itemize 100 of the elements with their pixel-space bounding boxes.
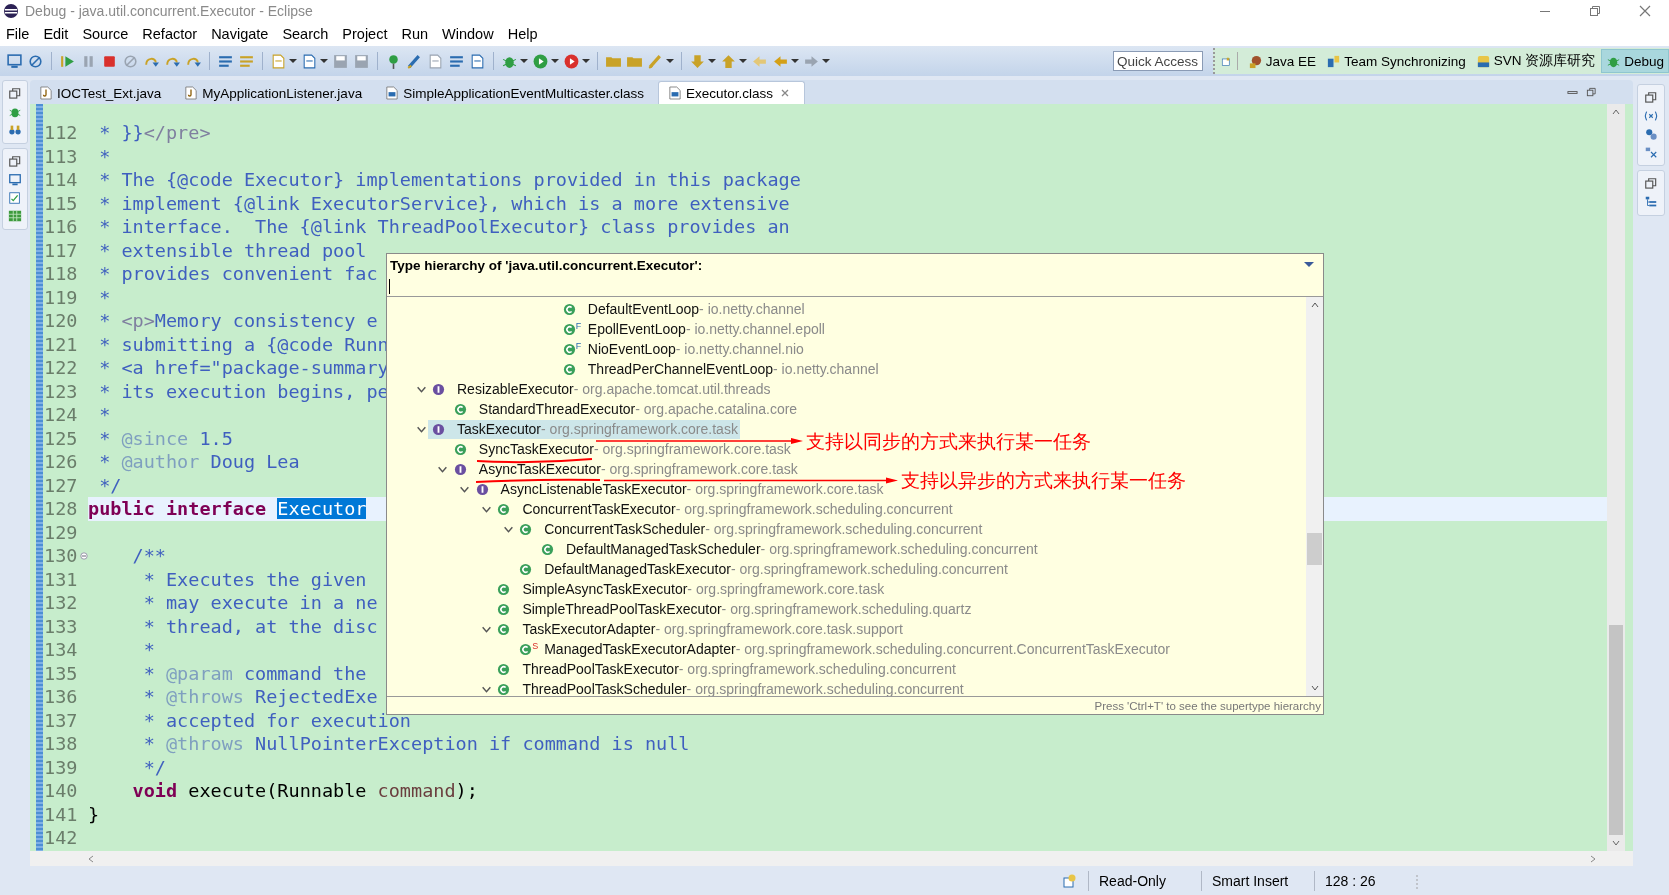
perspective-button[interactable]: Team Synchronizing (1322, 49, 1470, 73)
editor-tab[interactable]: IOCTest_Ext.java (30, 82, 176, 104)
editor-tab[interactable]: SimpleApplicationEventMulticaster.class (376, 82, 658, 104)
tree-item[interactable]: ThreadPoolTaskExecutor- org.springframework.scheduling.concurrent (493, 659, 958, 679)
brush-icon[interactable] (406, 52, 423, 70)
tree-item[interactable]: DefaultEventLoop- io.netty.channel (558, 299, 807, 319)
caret-icon[interactable] (551, 57, 559, 65)
menu-item[interactable]: Search (282, 26, 329, 42)
quick-access-field[interactable]: Quick Access (1113, 51, 1203, 71)
menu-item[interactable]: Edit (43, 26, 69, 42)
tree-item[interactable]: SyncTaskExecutor- org.springframework.core.task (449, 439, 793, 459)
perspective-button[interactable]: Java EE (1243, 49, 1321, 73)
variables-icon[interactable] (1644, 109, 1658, 123)
tree-item[interactable]: ResizableExecutor- org.apache.tomcat.util.threads (428, 379, 773, 399)
tree-item[interactable]: ThreadPerChannelEventLoop- io.netty.channel (558, 359, 881, 379)
menu-item[interactable]: Window (442, 26, 494, 42)
scrollbar-thumb[interactable] (1609, 625, 1623, 835)
menu-item[interactable]: Refactor (142, 26, 198, 42)
class-icon (497, 602, 511, 616)
code-line: * @param command the (142, 662, 367, 684)
tree-item[interactable]: TaskExecutorAdapter- org.springframework.core.task.support (493, 619, 905, 639)
monitor-icon[interactable] (8, 173, 22, 187)
breakpoints-icon[interactable] (1644, 127, 1658, 141)
menu-item[interactable]: Navigate (211, 26, 269, 42)
class-icon (453, 442, 467, 456)
grip-icon[interactable] (1415, 872, 1419, 889)
line-number: 123 (43, 380, 79, 402)
caret-icon[interactable] (520, 57, 528, 65)
binoculars-icon[interactable] (8, 123, 22, 137)
window-title: Debug - java.util.concurrent.Executor - Eclipse (25, 3, 313, 19)
caret-icon[interactable] (739, 57, 747, 65)
vertical-scrollbar[interactable] (1306, 297, 1323, 696)
menu-item[interactable]: Run (401, 26, 429, 42)
tree-item[interactable]: ConcurrentTaskExecutor- org.springframework.scheduling.concurrent (493, 499, 955, 519)
scrollbar-thumb[interactable] (1307, 533, 1322, 565)
monitor-icon[interactable] (6, 52, 23, 70)
perspective-button[interactable]: Debug (1601, 49, 1669, 73)
new-file-icon[interactable] (301, 52, 318, 70)
vertical-scrollbar[interactable] (1607, 104, 1625, 851)
line-number: 136 (43, 686, 79, 708)
close-icon[interactable] (780, 88, 791, 98)
tree-item[interactable]: DefaultManagedTaskExecutor- org.springframework.scheduling.concurrent (515, 559, 1010, 579)
line-number: 116 (43, 216, 79, 238)
caret-icon[interactable] (791, 57, 799, 65)
caret-icon[interactable] (289, 57, 297, 65)
editor-tab[interactable]: Executor.class (658, 81, 806, 104)
menu-item[interactable]: Source (82, 26, 129, 42)
restore-icon[interactable] (1644, 177, 1658, 191)
menu-item[interactable]: File (6, 26, 30, 42)
status-text: 128 : 26 (1325, 872, 1377, 889)
interface-icon (432, 382, 445, 396)
restore-icon[interactable] (1589, 5, 1601, 17)
interface-icon (475, 482, 489, 496)
horizontal-scrollbar[interactable] (30, 851, 1633, 866)
close-icon[interactable] (1639, 5, 1651, 17)
menu-item[interactable]: Help (507, 26, 538, 42)
fold-icon[interactable] (80, 551, 88, 560)
table-icon[interactable] (8, 209, 22, 223)
class-icon (541, 542, 554, 556)
tree-item[interactable]: F EpollEventLoop- io.netty.channel.epoll (558, 319, 827, 339)
task-list-icon[interactable] (8, 191, 22, 205)
caret-icon[interactable] (822, 57, 830, 65)
tree-item[interactable]: StandardThreadExecutor- org.apache.catalina.core (449, 399, 800, 419)
maximize-icon[interactable] (1586, 86, 1597, 98)
caret-icon[interactable] (708, 57, 716, 65)
expressions-icon[interactable] (1644, 145, 1658, 159)
tree-item[interactable]: DefaultManagedTaskScheduler- org.springframework.scheduling.concurrent (537, 539, 1040, 559)
tree-item[interactable]: F NioEventLoop- io.netty.channel.nio (558, 339, 806, 359)
insert-icon[interactable] (1062, 872, 1078, 889)
class-icon (453, 402, 467, 416)
caret-icon[interactable] (582, 57, 590, 65)
caret-icon[interactable] (666, 57, 674, 65)
tree-item[interactable]: AsyncListenableTaskExecutor- org.springframework.core.task (471, 479, 886, 499)
editor-tab[interactable]: MyApplicationListener.java (175, 82, 377, 104)
filter-field[interactable] (387, 276, 1323, 297)
menu-item[interactable]: Project (342, 26, 388, 42)
code-line: * The {@code Executor} implementations provided in this package (98, 169, 801, 191)
save-all-icon[interactable] (353, 52, 370, 70)
code-line: * @since 1.5 (98, 427, 233, 449)
menu-caret-icon[interactable] (1304, 262, 1314, 268)
caret-icon[interactable] (320, 57, 328, 65)
line-number: 131 (43, 568, 79, 590)
tree-item[interactable]: S ManagedTaskExecutorAdapter- org.springframework.scheduling.concurrent.ConcurrentTaskExecutor (515, 639, 1172, 659)
file-icon (40, 86, 52, 100)
tree-item[interactable]: SimpleAsyncTaskExecutor- org.springframework.core.task (493, 579, 887, 599)
code-line: * interface. The {@link ThreadPoolExecutor} class provides an (98, 216, 790, 238)
restore-icon[interactable] (8, 155, 22, 169)
outline-icon[interactable] (1644, 195, 1658, 209)
perspective-button[interactable]: SVN 资源库研究 (1471, 49, 1600, 73)
restore-icon[interactable] (1644, 91, 1658, 105)
tree-item[interactable]: TaskExecutor- org.springframework.core.task (428, 419, 740, 439)
tree-item[interactable]: ConcurrentTaskScheduler- org.springframework.scheduling.concurrent (515, 519, 985, 539)
skip-icon[interactable] (27, 52, 44, 70)
run-tool-icon[interactable] (563, 52, 580, 70)
class-icon (497, 502, 511, 516)
line-number: 115 (43, 192, 79, 214)
restore-icon[interactable] (8, 87, 22, 101)
tree-item[interactable]: AsyncTaskExecutor- org.springframework.core.task (449, 459, 800, 479)
tree-item[interactable]: ThreadPoolTaskScheduler- org.springframework.scheduling.concurrent (493, 679, 966, 696)
tree-item[interactable]: SimpleThreadPoolTaskExecutor- org.springframework.scheduling.quartz (493, 599, 974, 619)
